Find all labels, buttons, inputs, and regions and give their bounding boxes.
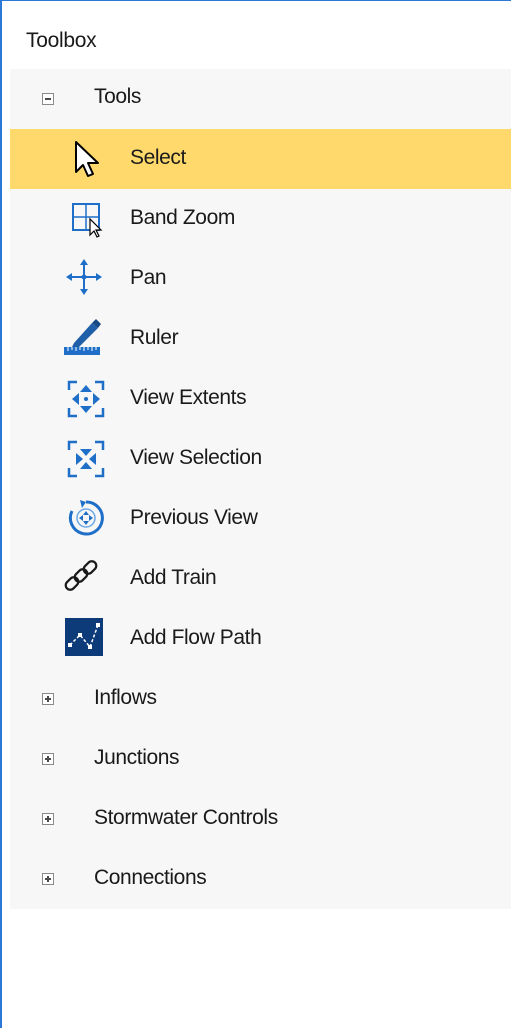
chain-link-icon — [62, 557, 102, 597]
tool-item-add-flow-path[interactable]: Add Flow Path — [10, 609, 511, 669]
view-selection-icon — [66, 439, 106, 479]
tool-label-previous-view: Previous View — [130, 506, 258, 529]
tool-item-select[interactable]: Select — [10, 129, 511, 189]
tool-label-add-train: Add Train — [130, 566, 217, 589]
tool-item-add-train[interactable]: Add Train — [10, 549, 511, 609]
group-header-stormwater-controls[interactable]: Stormwater Controls — [10, 789, 511, 849]
tool-item-ruler[interactable]: Ruler — [10, 309, 511, 369]
expand-toggle-icon[interactable] — [42, 813, 54, 825]
group-header-tools[interactable]: Tools — [10, 69, 511, 129]
band-zoom-icon — [68, 199, 108, 239]
panel-title: Toolbox — [26, 29, 97, 52]
previous-view-icon — [66, 498, 106, 538]
group-label-junctions: Junctions — [94, 746, 180, 769]
expand-toggle-icon[interactable] — [42, 693, 54, 705]
tool-label-select: Select — [130, 146, 186, 169]
expand-toggle-icon[interactable] — [42, 873, 54, 885]
tool-label-band-zoom: Band Zoom — [130, 206, 235, 229]
group-header-junctions[interactable]: Junctions — [10, 729, 511, 789]
tool-label-view-selection: View Selection — [130, 446, 262, 469]
group-header-inflows[interactable]: Inflows — [10, 669, 511, 729]
tool-item-view-extents[interactable]: View Extents — [10, 369, 511, 429]
ruler-icon — [62, 317, 102, 357]
group-label-tools: Tools — [94, 85, 142, 108]
tool-item-previous-view[interactable]: Previous View — [10, 489, 511, 549]
group-label-connections: Connections — [94, 866, 207, 889]
tool-label-add-flow-path: Add Flow Path — [130, 626, 262, 649]
cursor-arrow-icon — [68, 138, 108, 178]
toolbox-panel: Toolbox Tools Select Band Zoom Pan Ruler… — [0, 0, 511, 1028]
expand-toggle-icon[interactable] — [42, 753, 54, 765]
group-label-stormwater-controls: Stormwater Controls — [94, 806, 278, 829]
view-extents-icon — [66, 379, 106, 419]
group-label-inflows: Inflows — [94, 686, 157, 709]
tool-item-band-zoom[interactable]: Band Zoom — [10, 189, 511, 249]
flow-path-icon — [64, 617, 104, 657]
toolbox-tree: Tools Select Band Zoom Pan Ruler View Ex… — [10, 69, 511, 909]
tool-label-pan: Pan — [130, 266, 167, 289]
pan-icon — [64, 257, 104, 297]
group-header-connections[interactable]: Connections — [10, 849, 511, 909]
tool-item-view-selection[interactable]: View Selection — [10, 429, 511, 489]
tool-item-pan[interactable]: Pan — [10, 249, 511, 309]
tool-label-ruler: Ruler — [130, 326, 179, 349]
tool-label-view-extents: View Extents — [130, 386, 247, 409]
collapse-toggle-icon[interactable] — [42, 93, 54, 105]
